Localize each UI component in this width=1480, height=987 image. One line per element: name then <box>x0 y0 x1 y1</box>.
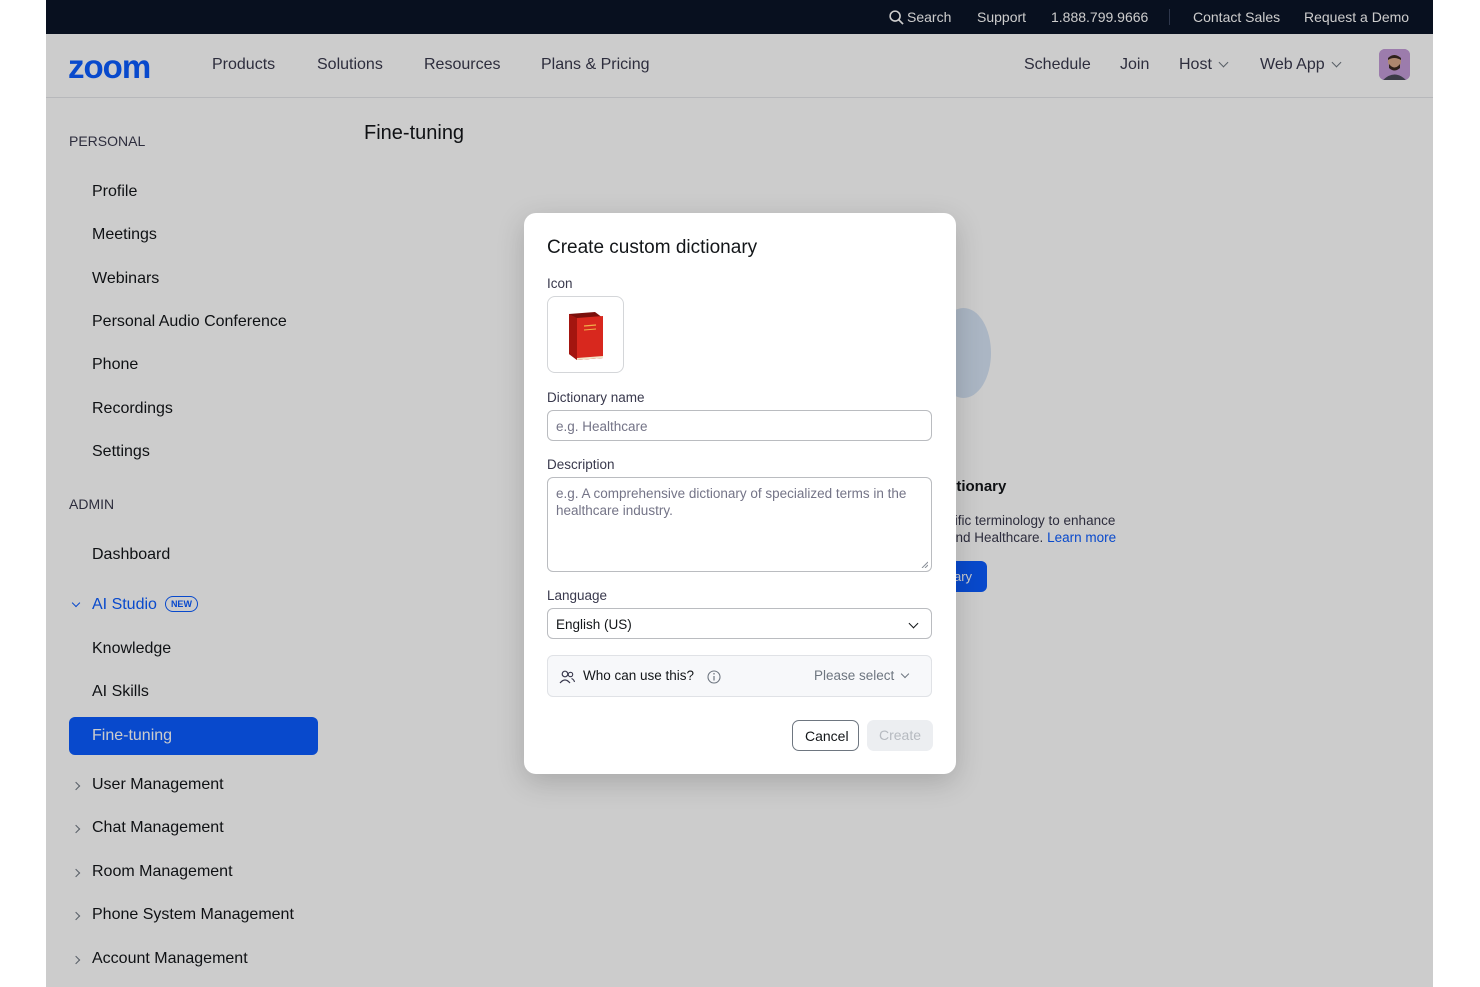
icon-picker[interactable] <box>547 296 624 373</box>
chevron-down-icon <box>901 669 910 679</box>
icon-label: Icon <box>547 276 573 291</box>
language-label: Language <box>547 588 608 603</box>
create-dictionary-modal: Create custom dictionary Icon Dictionary… <box>524 213 956 774</box>
who-can-use-label: Who can use this? <box>583 668 695 683</box>
app-frame: Search Support 1.888.799.9666 Contact Sa… <box>46 0 1433 987</box>
language-select[interactable]: English (US) <box>547 608 932 639</box>
dictionary-name-label: Dictionary name <box>547 390 645 405</box>
create-button[interactable]: Create <box>867 720 933 751</box>
who-can-use-select[interactable]: Please select <box>814 668 910 683</box>
who-can-use-select-label: Please select <box>814 668 895 683</box>
users-icon <box>559 670 575 684</box>
info-icon[interactable] <box>707 670 721 684</box>
language-value: English (US) <box>556 617 632 632</box>
resize-handle-icon[interactable] <box>921 561 928 568</box>
description-textarea[interactable]: e.g. A comprehensive dictionary of speci… <box>547 477 932 572</box>
chevron-down-icon <box>908 618 919 629</box>
description-placeholder: e.g. A comprehensive dictionary of speci… <box>556 486 907 518</box>
modal-title: Create custom dictionary <box>547 237 758 258</box>
dictionary-name-input[interactable]: e.g. Healthcare <box>547 410 932 441</box>
red-book-icon <box>569 312 603 360</box>
who-can-use-row: Who can use this? Please select <box>547 655 932 697</box>
description-label: Description <box>547 457 615 472</box>
cancel-button[interactable]: Cancel <box>792 720 859 751</box>
